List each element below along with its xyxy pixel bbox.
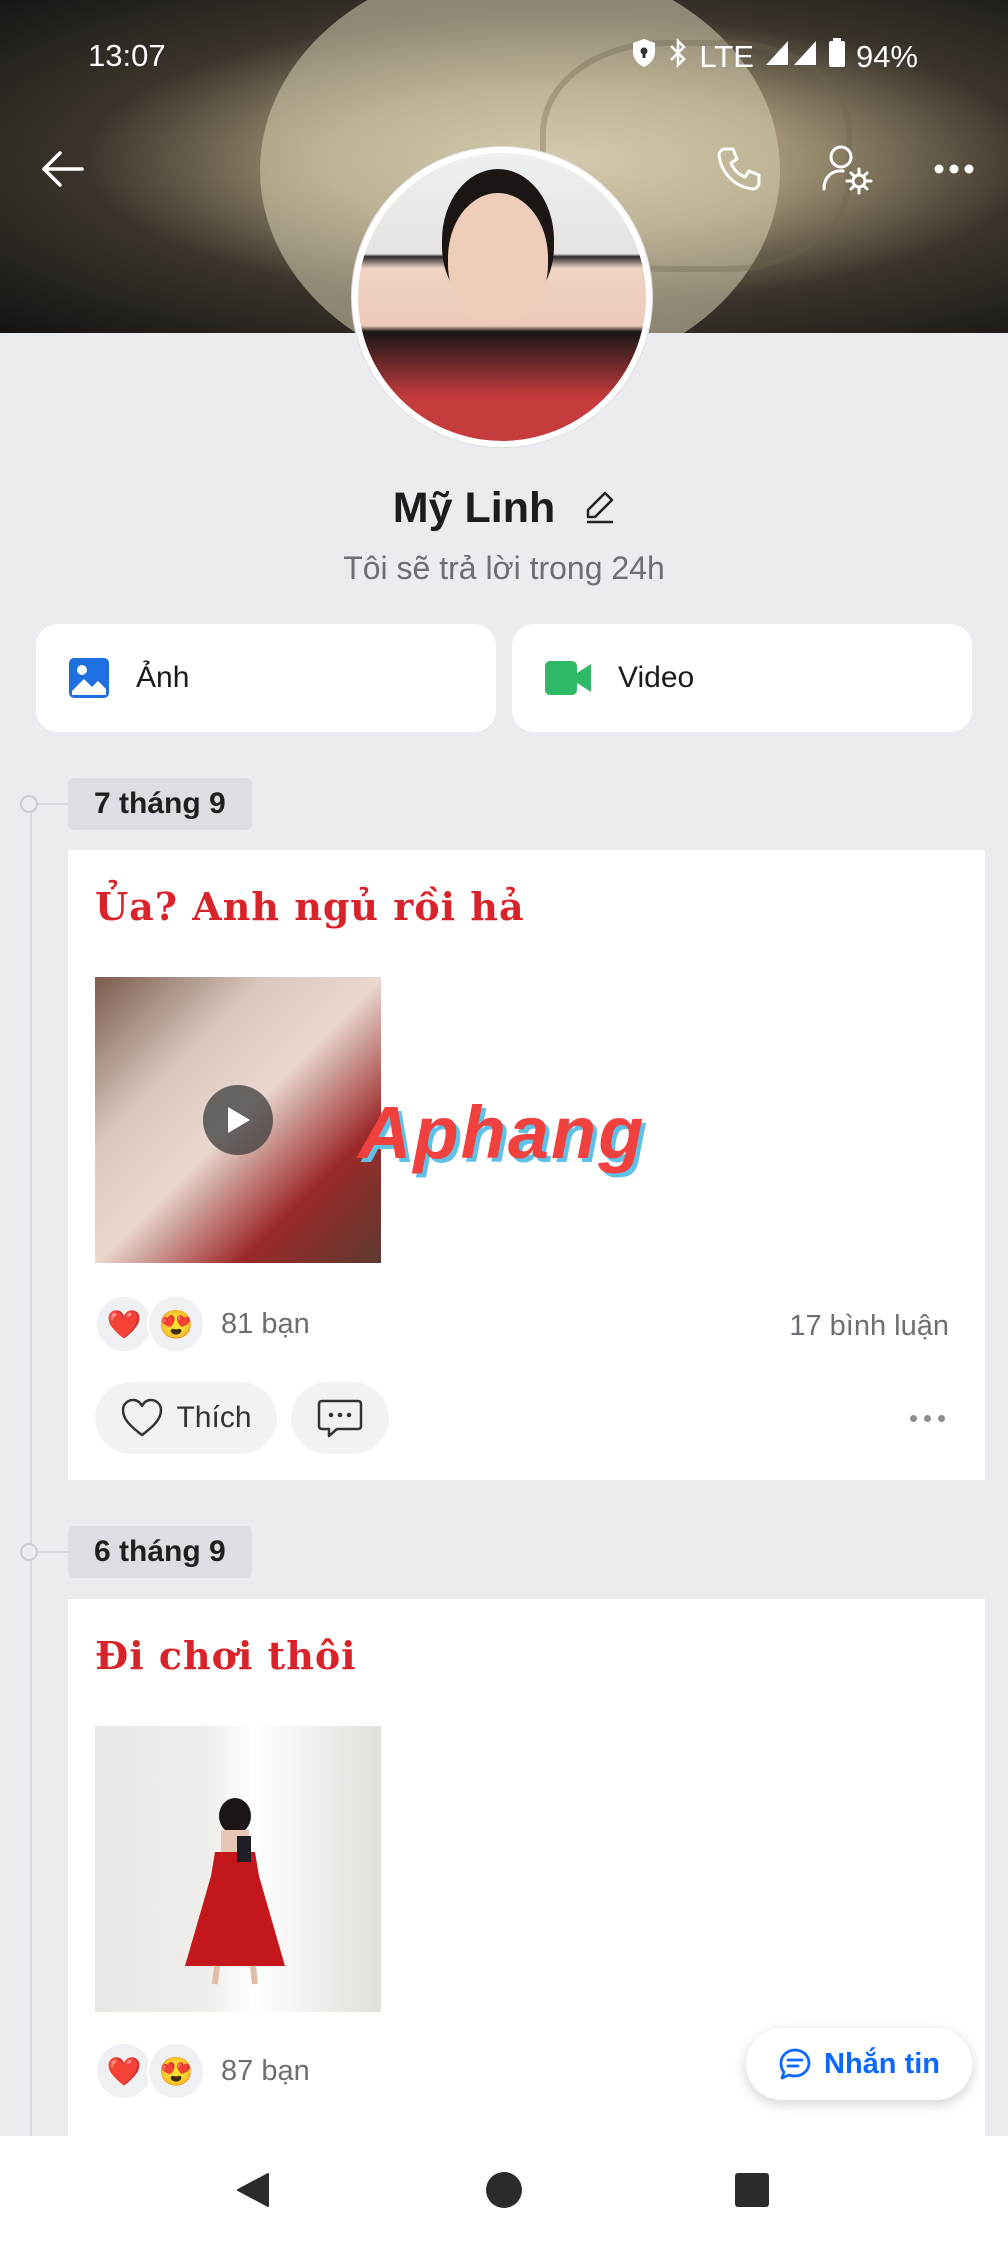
back-triangle-icon [237, 2173, 269, 2207]
back-button[interactable] [30, 137, 94, 201]
dot [938, 1415, 945, 1422]
profile-avatar[interactable] [352, 147, 652, 447]
image-icon [68, 657, 110, 699]
timeline-line [30, 800, 32, 2150]
back-arrow-icon [42, 151, 84, 187]
heart-reaction-icon: ❤️ [95, 2042, 153, 2100]
photo-figure [185, 1798, 285, 1985]
heart-reaction-icon: ❤️ [95, 1295, 153, 1353]
comment-count[interactable]: 17 bình luận [789, 1310, 949, 1343]
more-options-button[interactable] [922, 137, 986, 201]
post-title: Đi chơi thôi [95, 1633, 357, 1678]
watermark-logo: Aphang [358, 1091, 646, 1174]
heart-eyes-reaction-icon: 😍 [147, 1295, 205, 1353]
timeline-connector [38, 803, 68, 805]
post-card[interactable]: Ủa? Anh ngủ rồi hả Aphang ❤️ 😍 81 bạn 17… [68, 850, 985, 1480]
dot [910, 1415, 917, 1422]
reaction-summary[interactable]: ❤️ 😍 87 bạn [95, 2042, 310, 2100]
reaction-summary[interactable]: ❤️ 😍 81 bạn [95, 1295, 310, 1353]
like-label: Thích [176, 1401, 252, 1434]
user-settings-icon [822, 145, 873, 195]
play-icon [203, 1085, 273, 1155]
heart-eyes-reaction-icon: 😍 [147, 2042, 205, 2100]
post-photo-thumbnail[interactable] [95, 1726, 381, 2012]
post-date-chip: 7 tháng 9 [68, 778, 252, 830]
send-message-button[interactable]: Nhắn tin [746, 2028, 972, 2100]
photos-label: Ảnh [136, 661, 190, 694]
nav-back-button[interactable] [230, 2166, 278, 2214]
post-title: Ủa? Anh ngủ rồi hả [95, 884, 525, 929]
recents-square-icon [735, 2173, 769, 2207]
system-navigation-bar [0, 2136, 1008, 2244]
video-camera-icon [544, 659, 592, 697]
profile-name: Mỹ Linh [392, 484, 556, 532]
comment-button[interactable] [291, 1382, 389, 1454]
profile-settings-button[interactable] [815, 137, 879, 201]
profile-subtitle: Tôi sẽ trả lời trong 24h [343, 550, 665, 586]
reaction-count: 81 bạn [221, 1307, 310, 1340]
chat-bubble-icon [779, 2048, 811, 2080]
edit-name-button[interactable] [585, 486, 615, 535]
nav-home-button[interactable] [480, 2166, 528, 2214]
status-time: 13:07 [88, 38, 166, 73]
timeline-dot [20, 795, 38, 813]
phone-icon [717, 147, 761, 191]
heart-outline-icon [122, 1398, 163, 1437]
video-label: Video [618, 661, 695, 694]
signal-icon [764, 39, 818, 74]
status-bar: 13:07 LTE 94% [0, 0, 1008, 110]
reaction-count: 87 bạn [221, 2054, 310, 2087]
post-date-chip: 6 tháng 9 [68, 1526, 252, 1578]
video-button[interactable]: Video [512, 624, 972, 732]
profile-name-row: Mỹ Linh [0, 484, 1008, 535]
nav-recents-button[interactable] [728, 2166, 776, 2214]
timeline-connector [38, 1551, 68, 1553]
call-button[interactable] [707, 137, 771, 201]
pencil-icon [586, 491, 614, 524]
avatar-photo [358, 153, 646, 441]
vpn-shield-icon [631, 38, 657, 75]
send-message-label: Nhắn tin [824, 2047, 940, 2080]
dot [924, 1415, 931, 1422]
battery-level: 94% [855, 38, 918, 74]
status-icons: LTE 94% [631, 37, 918, 75]
home-circle-icon [486, 2172, 522, 2208]
bluetooth-icon [667, 37, 689, 75]
photos-button[interactable]: Ảnh [36, 624, 496, 732]
post-more-button[interactable] [910, 1415, 945, 1422]
more-horizontal-icon [934, 164, 974, 174]
post-video-thumbnail[interactable] [95, 977, 381, 1263]
comment-icon [317, 1399, 363, 1438]
network-type: LTE [699, 38, 754, 74]
timeline-dot [20, 1543, 38, 1561]
like-button[interactable]: Thích [95, 1382, 277, 1454]
battery-icon [828, 38, 846, 75]
